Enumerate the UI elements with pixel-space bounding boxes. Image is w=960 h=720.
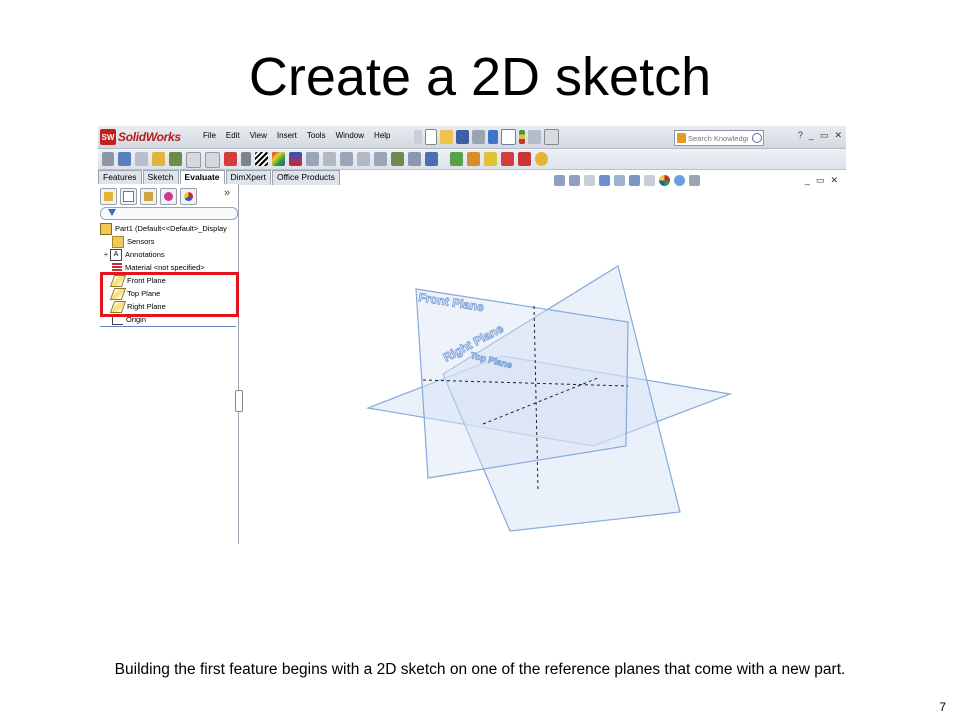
graphics-area[interactable]: Front Plane Right Plane Top Plane	[98, 126, 846, 544]
slide-title: Create a 2D sketch	[248, 47, 712, 107]
page-number: 7	[939, 700, 946, 714]
reference-planes-highlight	[100, 272, 239, 317]
front-plane[interactable]	[415, 288, 629, 479]
slide-caption: Building the first feature begins with a…	[114, 661, 846, 678]
solidworks-window: SW SolidWorks File Edit View Insert Tool…	[98, 126, 846, 544]
